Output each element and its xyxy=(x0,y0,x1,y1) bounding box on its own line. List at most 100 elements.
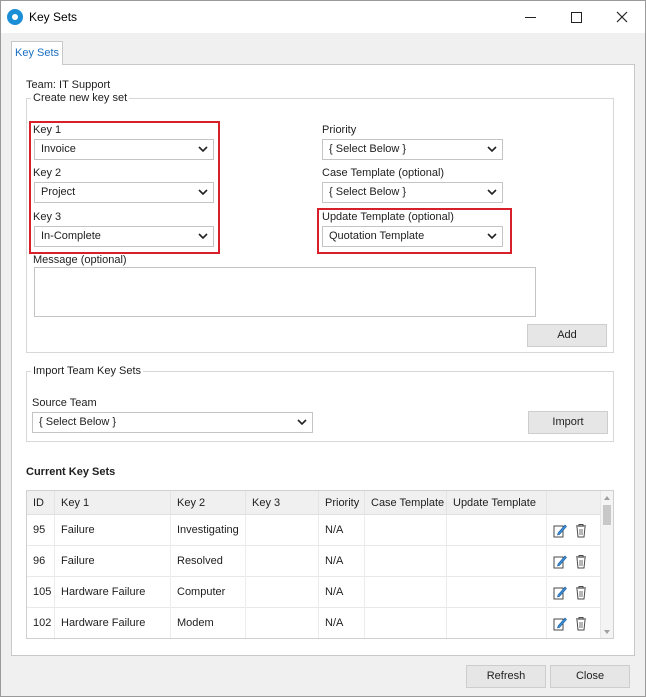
minimize-button[interactable] xyxy=(507,1,553,33)
maximize-button[interactable] xyxy=(553,1,599,33)
add-button[interactable]: Add xyxy=(527,324,607,347)
edit-pencil-icon[interactable] xyxy=(553,523,567,538)
cell-key1: Hardware Failure xyxy=(55,608,171,638)
app-logo-icon xyxy=(7,9,23,25)
cell-key2: Resolved xyxy=(171,546,246,577)
cell-case-template xyxy=(365,608,447,638)
chevron-down-icon xyxy=(487,146,497,153)
create-group-title: Create new key set xyxy=(31,92,130,104)
cell-update-template xyxy=(447,608,547,638)
edit-pencil-icon[interactable] xyxy=(553,616,567,631)
key1-label: Key 1 xyxy=(33,124,62,136)
key1-select[interactable]: Invoice xyxy=(34,139,214,160)
cell-priority: N/A xyxy=(319,515,365,546)
key1-value: Invoice xyxy=(41,143,76,155)
maximize-icon xyxy=(570,11,582,23)
update-template-value: Quotation Template xyxy=(329,230,425,242)
column-header-key3[interactable]: Key 3 xyxy=(246,491,319,515)
message-input[interactable] xyxy=(34,267,536,317)
chevron-down-icon xyxy=(198,233,208,240)
source-team-select[interactable]: { Select Below } xyxy=(32,412,313,433)
scroll-up-icon[interactable] xyxy=(603,494,611,502)
cell-case-template xyxy=(365,546,447,577)
cell-key1: Failure xyxy=(55,515,171,546)
key2-label: Key 2 xyxy=(33,167,62,179)
chevron-down-icon xyxy=(487,189,497,196)
cell-update-template xyxy=(447,515,547,546)
cell-key3 xyxy=(246,608,319,638)
scroll-down-icon[interactable] xyxy=(603,628,611,636)
table-scrollbar[interactable] xyxy=(600,491,613,638)
trash-icon[interactable] xyxy=(574,585,588,600)
table-row[interactable]: 96 Failure Resolved N/A xyxy=(27,546,601,577)
priority-value: { Select Below } xyxy=(329,143,407,155)
column-header-update-template[interactable]: Update Template xyxy=(447,491,547,515)
cell-priority: N/A xyxy=(319,608,365,638)
cell-priority: N/A xyxy=(319,546,365,577)
edit-pencil-icon[interactable] xyxy=(553,554,567,569)
refresh-button[interactable]: Refresh xyxy=(466,665,546,688)
window-title: Key Sets xyxy=(29,10,78,24)
key2-value: Project xyxy=(41,186,76,198)
minimize-icon xyxy=(524,16,536,18)
tab-key-sets[interactable]: Key Sets xyxy=(11,41,63,65)
key-sets-window: Key Sets Key Sets Team: IT Support Creat… xyxy=(0,0,646,697)
cell-id: 96 xyxy=(27,546,55,577)
source-team-value: { Select Below } xyxy=(39,416,117,428)
case-template-label: Case Template (optional) xyxy=(322,167,445,179)
chevron-down-icon xyxy=(198,189,208,196)
table-row[interactable]: 105 Hardware Failure Computer N/A xyxy=(27,577,601,608)
key3-value: In-Complete xyxy=(41,230,101,242)
cell-key2: Investigating xyxy=(171,515,246,546)
cell-key2: Modem xyxy=(171,608,246,638)
cell-id: 95 xyxy=(27,515,55,546)
chevron-down-icon xyxy=(487,233,497,240)
case-template-select[interactable]: { Select Below } xyxy=(322,182,503,203)
column-header-priority[interactable]: Priority xyxy=(319,491,365,515)
column-header-actions xyxy=(547,491,601,515)
column-header-id[interactable]: ID xyxy=(27,491,55,515)
title-bar: Key Sets xyxy=(1,1,645,33)
column-header-key1[interactable]: Key 1 xyxy=(55,491,171,515)
cell-case-template xyxy=(365,577,447,608)
cell-key1: Failure xyxy=(55,546,171,577)
trash-icon[interactable] xyxy=(574,554,588,569)
trash-icon[interactable] xyxy=(574,523,588,538)
key3-select[interactable]: In-Complete xyxy=(34,226,214,247)
table-row[interactable]: 95 Failure Investigating N/A xyxy=(27,515,601,546)
update-template-select[interactable]: Quotation Template xyxy=(322,226,503,247)
close-icon xyxy=(616,11,628,23)
table-row[interactable]: 102 Hardware Failure Modem N/A xyxy=(27,608,601,638)
cell-key2: Computer xyxy=(171,577,246,608)
source-team-label: Source Team xyxy=(32,397,97,409)
table-header: ID Key 1 Key 2 Key 3 Priority Case Templ… xyxy=(27,491,601,515)
key3-label: Key 3 xyxy=(33,211,62,223)
chevron-down-icon xyxy=(198,146,208,153)
cell-case-template xyxy=(365,515,447,546)
trash-icon[interactable] xyxy=(574,616,588,631)
import-button[interactable]: Import xyxy=(528,411,608,434)
close-window-button[interactable] xyxy=(599,1,645,33)
key2-select[interactable]: Project xyxy=(34,182,214,203)
column-header-case-template[interactable]: Case Template xyxy=(365,491,447,515)
cell-id: 105 xyxy=(27,577,55,608)
key-sets-table: ID Key 1 Key 2 Key 3 Priority Case Templ… xyxy=(26,490,614,639)
cell-update-template xyxy=(447,546,547,577)
import-group-title: Import Team Key Sets xyxy=(31,365,144,377)
cell-priority: N/A xyxy=(319,577,365,608)
team-label: Team: IT Support xyxy=(26,79,111,91)
scroll-thumb[interactable] xyxy=(603,505,611,525)
column-header-key2[interactable]: Key 2 xyxy=(171,491,246,515)
current-key-sets-title: Current Key Sets xyxy=(26,466,116,478)
cell-update-template xyxy=(447,577,547,608)
cell-key3 xyxy=(246,546,319,577)
cell-key3 xyxy=(246,577,319,608)
close-button[interactable]: Close xyxy=(550,665,630,688)
cell-key1: Hardware Failure xyxy=(55,577,171,608)
cell-key3 xyxy=(246,515,319,546)
update-template-label: Update Template (optional) xyxy=(322,211,454,223)
priority-select[interactable]: { Select Below } xyxy=(322,139,503,160)
edit-pencil-icon[interactable] xyxy=(553,585,567,600)
chevron-down-icon xyxy=(297,419,307,426)
case-template-value: { Select Below } xyxy=(329,186,407,198)
